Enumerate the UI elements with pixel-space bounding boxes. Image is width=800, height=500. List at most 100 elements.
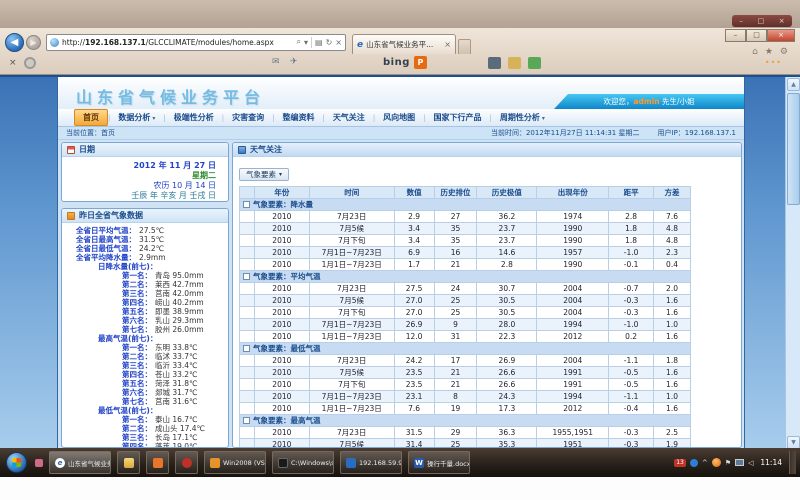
table-cell: 1.8	[654, 355, 691, 367]
url-text[interactable]: http://192.168.137.1/GLCCLIMATE/modules/…	[62, 38, 297, 47]
checkbox[interactable]	[243, 201, 250, 208]
action-center-flag-icon[interactable]: ⚑	[725, 459, 731, 467]
checkbox[interactable]	[243, 345, 250, 352]
send-page-icon[interactable]: ✈	[290, 57, 298, 67]
table-cell: 2010	[254, 319, 309, 331]
table-row[interactable]: 20107月23日24.21726.92004-1.11.8	[240, 355, 691, 367]
puzzle-addon-icon[interactable]	[528, 57, 541, 69]
nav-item-3[interactable]: 灾害查询	[224, 110, 272, 125]
volume-icon[interactable]: ◁	[748, 459, 753, 467]
network-monitor-icon[interactable]	[735, 459, 744, 466]
table-row[interactable]: 20101月1日~7月23日1.7212.81990-0.10.4	[240, 259, 691, 271]
sidebar: 日期 2012 年 11 月 27 日 星期二 农历 10 月 14 日 壬辰 …	[61, 142, 229, 448]
nav-item-6[interactable]: 风向地图	[375, 110, 423, 125]
nav-item-7[interactable]: 国家下行产品	[426, 110, 490, 125]
refresh-icon[interactable]: ↻	[326, 38, 333, 47]
minimize-button[interactable]: –	[725, 29, 746, 42]
table-cell: 1990	[537, 259, 609, 271]
maximize-button[interactable]: □	[746, 29, 767, 42]
browser-tab[interactable]: e 山东省气候业务平... ×	[352, 34, 456, 54]
show-desktop-button[interactable]	[789, 451, 796, 474]
more-options-dots-icon[interactable]: •••	[765, 58, 782, 67]
nav-item-8[interactable]: 周期性分析▾	[492, 110, 553, 125]
table-row[interactable]: 20107月23日31.52936.31955,1951-0.32.5	[240, 427, 691, 439]
nav-item-2[interactable]: 极端性分析	[166, 110, 222, 125]
start-button[interactable]	[6, 452, 27, 473]
table-row[interactable]: 20107月1日~7月23日23.1824.31994-1.11.0	[240, 391, 691, 403]
table-cell: 1957	[537, 247, 609, 259]
nav-item-1[interactable]: 数据分析▾	[110, 110, 163, 125]
table-row[interactable]: 20107月23日2.92736.219742.87.6	[240, 211, 691, 223]
search-dropdown-icon[interactable]: ▾	[304, 38, 308, 47]
checkbox[interactable]	[243, 417, 250, 424]
taskbar-button-1[interactable]	[117, 451, 140, 474]
vertical-scrollbar[interactable]: ▲ ▼	[785, 77, 800, 448]
back-button[interactable]: ◀	[5, 33, 24, 52]
taskbar-button-2[interactable]	[146, 451, 169, 474]
address-bar[interactable]: http://192.168.137.1/GLCCLIMATE/modules/…	[46, 34, 346, 51]
page-header: 山东省气候业务平台 欢迎您，admin 先生/小姐	[58, 77, 744, 109]
show-hidden-icons-caret[interactable]: ^	[702, 459, 708, 467]
table-row[interactable]: 20107月下旬23.52126.61991-0.51.6	[240, 379, 691, 391]
table-row[interactable]: 20107月5候27.02530.52004-0.31.6	[240, 295, 691, 307]
table-cell: 1.0	[654, 391, 691, 403]
weather-table: 年份时间数值历史排位历史极值出现年份距平方差 气象要素：降水量20107月23日…	[239, 186, 691, 448]
paint-addon-icon[interactable]	[508, 57, 521, 69]
nav-item-0[interactable]: 首页	[74, 109, 108, 126]
taskbar-button-label: Win2008 (VS2...	[223, 459, 266, 467]
table-cell: 23.7	[477, 235, 537, 247]
tray-fox-app-icon[interactable]	[712, 458, 721, 467]
tray-blue-app-icon[interactable]	[690, 459, 698, 467]
element-dropdown-button[interactable]: 气象要素 ▾	[239, 168, 289, 181]
taskbar-button-label: 192.168.59.99...	[359, 459, 402, 467]
scroll-up-icon[interactable]: ▲	[787, 78, 800, 91]
table-cell: 28.0	[477, 319, 537, 331]
taskbar-tray-app-icon[interactable]	[35, 459, 43, 467]
camera-addon-icon[interactable]	[488, 57, 501, 69]
nav-item-4[interactable]: 整编资料	[274, 110, 322, 125]
taskbar-button-5[interactable]: C:\Windows\s...	[272, 451, 334, 474]
table-row[interactable]: 20107月下旬27.02530.52004-0.31.6	[240, 307, 691, 319]
table-cell: 27	[434, 211, 477, 223]
table-row[interactable]: 20107月1日~7月23日6.91614.61957-1.02.3	[240, 247, 691, 259]
stop-icon[interactable]: ×	[335, 38, 342, 47]
taskbar-button-0[interactable]: e山东省气候业务平...	[49, 451, 111, 474]
table-cell: 16	[434, 247, 477, 259]
table-row[interactable]: 20107月5候23.52126.61991-0.51.6	[240, 367, 691, 379]
table-cell: 7月23日	[309, 427, 394, 439]
close-button[interactable]: ×	[767, 29, 795, 42]
table-cell: 2010	[254, 355, 309, 367]
toolbar-close-icon[interactable]: ×	[9, 58, 17, 68]
table-row[interactable]: 20107月5候3.43523.719901.84.8	[240, 223, 691, 235]
mail-icon[interactable]: ✉	[272, 57, 280, 67]
table-row[interactable]: 20101月1日~7月23日7.61917.32012-0.41.6	[240, 403, 691, 415]
taskbar-button-7[interactable]: W操行千量.docx ...	[408, 451, 470, 474]
weekday: 星期二	[66, 171, 216, 181]
checkbox[interactable]	[243, 273, 250, 280]
table-row[interactable]: 20101月1日~7月23日12.03122.320120.21.6	[240, 331, 691, 343]
table-row[interactable]: 20107月下旬3.43523.719901.84.8	[240, 235, 691, 247]
taskbar-button-4[interactable]: Win2008 (VS2...	[204, 451, 266, 474]
table-row[interactable]: 20107月1日~7月23日26.9928.01994-1.01.0	[240, 319, 691, 331]
taskbar-button-6[interactable]: 192.168.59.99...	[340, 451, 402, 474]
scrollbar-thumb[interactable]	[787, 93, 800, 205]
forward-button[interactable]: ▶	[26, 35, 41, 50]
column-header: 方差	[654, 187, 691, 199]
bing-logo[interactable]: bing	[383, 57, 410, 68]
taskbar-button-3[interactable]	[175, 451, 198, 474]
system-tray: 13 ^ ⚑ ◁ 11:14	[674, 451, 800, 474]
compatibility-view-icon[interactable]: ▤	[315, 38, 323, 47]
taskbar-clock[interactable]: 11:14	[760, 458, 782, 467]
tab-close-icon[interactable]: ×	[444, 40, 451, 49]
table-row[interactable]: 20107月23日27.52430.72004-0.72.0	[240, 283, 691, 295]
windows-logo-icon	[12, 458, 21, 467]
search-icon[interactable]: ⌕	[297, 37, 301, 47]
table-cell: 31.4	[394, 439, 434, 449]
new-tab-button[interactable]	[458, 39, 471, 54]
chevron-down-icon: ▾	[542, 115, 545, 122]
scroll-down-icon[interactable]: ▼	[787, 436, 800, 448]
nav-item-5[interactable]: 天气关注	[325, 110, 373, 125]
bing-badge-icon[interactable]: P	[414, 56, 427, 69]
table-row[interactable]: 20107月5候31.42535.31951-0.31.9	[240, 439, 691, 449]
table-cell: 2004	[537, 355, 609, 367]
